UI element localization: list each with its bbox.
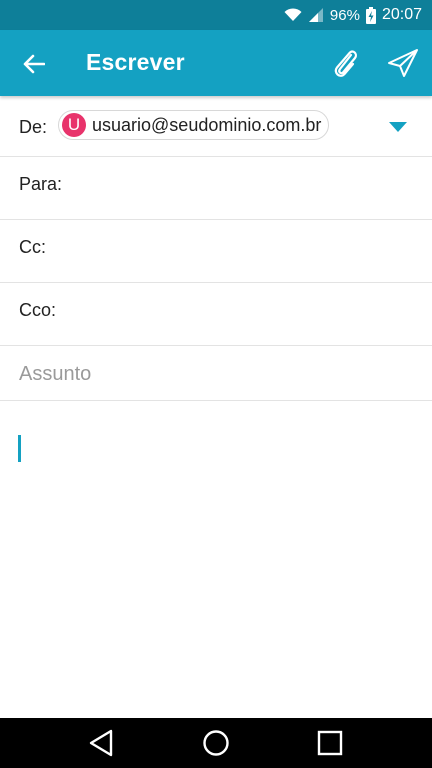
wifi-icon: [284, 8, 302, 22]
send-icon[interactable]: [384, 45, 422, 81]
battery-charging-icon: [365, 6, 376, 24]
message-body[interactable]: [0, 401, 432, 717]
cc-field[interactable]: Cc:: [0, 220, 432, 283]
bcc-label: Cco:: [19, 300, 57, 320]
text-cursor: [18, 435, 21, 462]
back-arrow-icon[interactable]: [18, 48, 50, 80]
system-nav-bar: [0, 718, 432, 768]
from-account-chip[interactable]: U usuario@seudominio.com.br: [58, 110, 330, 140]
paperclip-icon[interactable]: [328, 46, 362, 80]
battery-level: 96%: [329, 6, 360, 24]
avatar: U: [62, 113, 86, 137]
nav-back-icon[interactable]: [84, 727, 118, 759]
subject-row: [0, 346, 432, 401]
nav-recent-icon[interactable]: [313, 727, 347, 759]
app-bar: Escrever: [0, 30, 432, 96]
nav-home-icon[interactable]: [199, 727, 233, 759]
clock: 20:07: [381, 6, 422, 23]
subject-input[interactable]: [19, 361, 409, 387]
dropdown-arrow-icon[interactable]: [388, 121, 408, 133]
from-email: usuario@seudominio.com.br: [92, 114, 322, 135]
to-field[interactable]: Para:: [0, 157, 432, 220]
from-label: De:: [19, 117, 48, 137]
from-row[interactable]: De: U usuario@seudominio.com.br: [0, 96, 432, 157]
page-title: Escrever: [86, 49, 185, 75]
bcc-field[interactable]: Cco:: [0, 283, 432, 346]
signal-icon: [308, 7, 324, 23]
to-label: Para:: [19, 174, 63, 194]
cc-label: Cc:: [19, 237, 46, 257]
status-bar: 96% 20:07: [0, 0, 432, 30]
